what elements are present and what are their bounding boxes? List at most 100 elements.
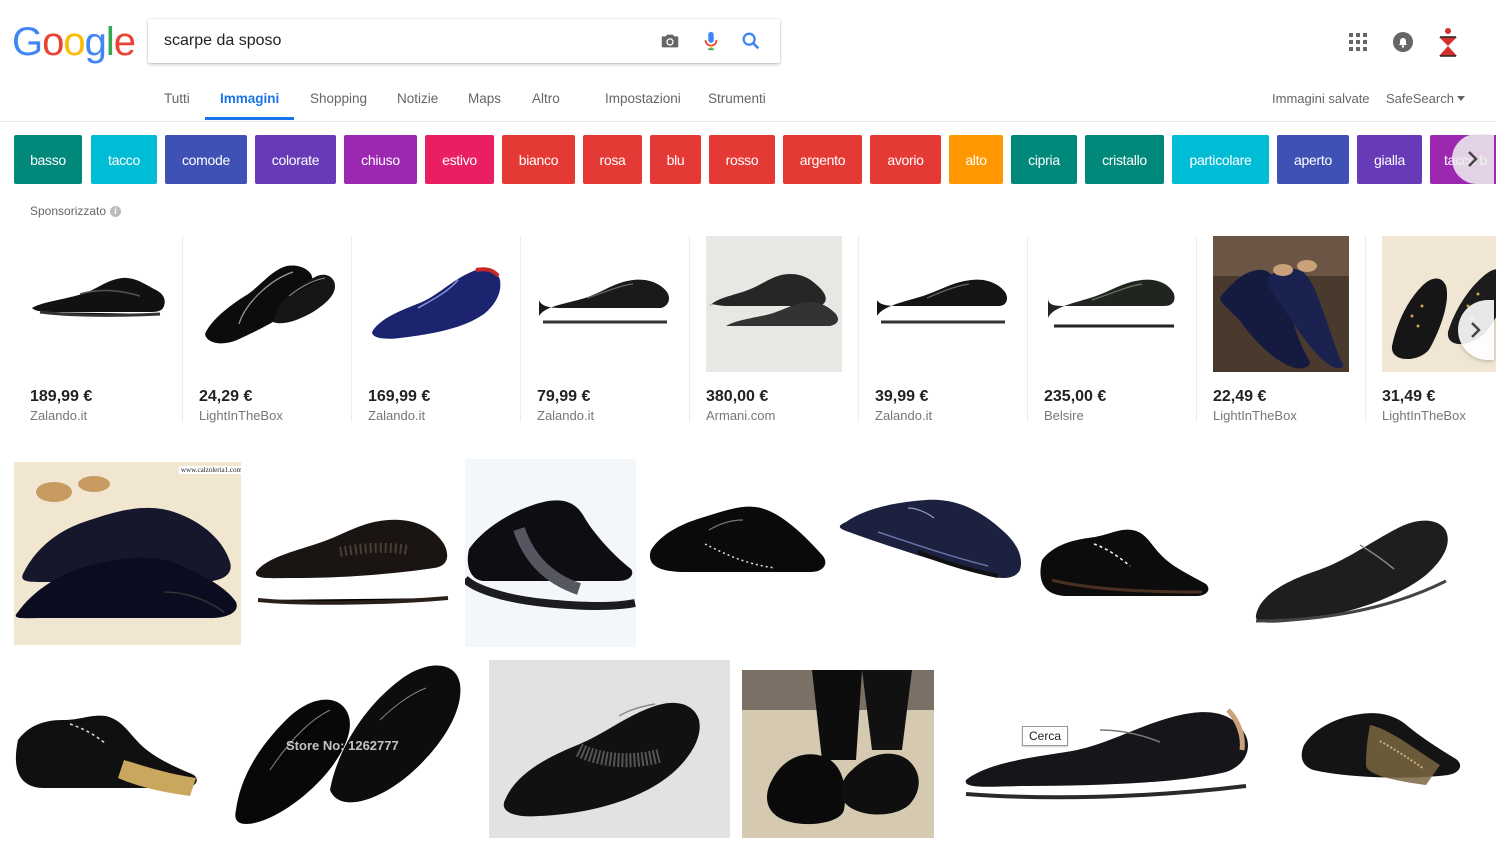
logo-letter: G [12, 20, 43, 64]
apps-grid-icon[interactable] [1348, 32, 1368, 52]
image-result[interactable] [14, 690, 214, 810]
chip[interactable]: tacco [91, 135, 157, 184]
product-price: 79,99 € [537, 388, 591, 405]
product-image[interactable] [875, 236, 1011, 372]
product-card[interactable]: 189,99 € Zalando.it [14, 236, 183, 426]
chip[interactable]: alto [949, 135, 1003, 184]
chip[interactable]: rosa [583, 135, 642, 184]
chip[interactable]: bianco [502, 135, 575, 184]
chip[interactable]: argento [783, 135, 862, 184]
sponsored-text: Sponsorizzato [30, 204, 107, 218]
shoe-image [14, 462, 241, 645]
info-icon[interactable]: i [110, 205, 122, 217]
product-card[interactable]: 79,99 € Zalando.it [521, 236, 690, 426]
tab-strumenti[interactable]: Strumenti [708, 91, 766, 106]
product-merchant[interactable]: LightInTheBox [199, 408, 283, 423]
product-price: 189,99 € [30, 388, 93, 405]
tab-impostazioni[interactable]: Impostazioni [605, 91, 681, 106]
tab-shopping[interactable]: Shopping [310, 91, 367, 106]
chip-label: argento [799, 151, 846, 168]
chip[interactable]: chiuso [344, 135, 417, 184]
chip[interactable]: comode [165, 135, 247, 184]
search-input[interactable] [164, 29, 634, 53]
product-image[interactable] [1044, 236, 1180, 372]
product-image[interactable] [537, 236, 673, 372]
account-avatar-icon[interactable] [1436, 27, 1460, 59]
product-card[interactable]: 24,29 € LightInTheBox [183, 236, 352, 426]
product-card[interactable]: 39,99 € Zalando.it [859, 236, 1028, 426]
shoe-image [205, 265, 335, 344]
image-result[interactable]: Store No: 1262777 [230, 660, 470, 830]
image-result[interactable] [838, 462, 1028, 632]
chip[interactable]: blu [650, 135, 701, 184]
image-result[interactable] [465, 459, 636, 647]
image-result[interactable] [1250, 505, 1460, 630]
product-price: 31,49 € [1382, 388, 1436, 405]
chip[interactable]: colorate [255, 135, 336, 184]
logo-letter: g [84, 20, 107, 64]
google-logo[interactable]: Google [12, 20, 136, 65]
product-price: 235,00 € [1044, 388, 1107, 405]
camera-icon[interactable] [659, 30, 681, 52]
product-image[interactable] [706, 236, 842, 372]
product-card[interactable]: 169,99 € Zalando.it [352, 236, 521, 426]
chip[interactable]: gialla [1357, 135, 1422, 184]
chip[interactable]: avorio [870, 135, 941, 184]
chip[interactable]: rosso [709, 135, 775, 184]
product-merchant[interactable]: Zalando.it [537, 408, 594, 423]
tab-tutti[interactable]: Tutti [164, 91, 190, 106]
image-result[interactable] [489, 660, 730, 838]
safesearch-menu[interactable]: SafeSearch [1386, 91, 1465, 106]
product-image[interactable] [30, 236, 166, 372]
chip-label: rosa [599, 151, 626, 168]
product-price: 24,29 € [199, 388, 253, 405]
image-result[interactable] [1038, 520, 1223, 620]
product-merchant[interactable]: Zalando.it [368, 408, 425, 423]
chip[interactable]: aperto [1277, 135, 1349, 184]
product-image[interactable] [368, 236, 504, 372]
shoe-image [32, 277, 165, 317]
chip-label: avorio [887, 151, 924, 168]
shoe-image [255, 519, 449, 605]
tab-notizie[interactable]: Notizie [397, 91, 438, 106]
microphone-icon[interactable] [700, 30, 722, 52]
shoe-image [839, 499, 1022, 578]
product-card[interactable]: 235,00 € Belsire [1028, 236, 1197, 426]
product-merchant[interactable]: LightInTheBox [1213, 408, 1297, 423]
product-merchant[interactable]: Zalando.it [875, 408, 932, 423]
chip[interactable]: cipria [1011, 135, 1077, 184]
image-result[interactable]: www.calzoleria1.com [14, 462, 241, 645]
image-result[interactable] [645, 480, 830, 610]
image-result[interactable] [1300, 705, 1465, 795]
product-card[interactable]: 380,00 € Armani.com [690, 236, 859, 426]
product-merchant[interactable]: Armani.com [706, 408, 775, 423]
image-result[interactable] [742, 670, 934, 838]
tab-altro[interactable]: Altro [532, 91, 560, 106]
chip-label: alto [965, 151, 987, 168]
product-merchant[interactable]: Belsire [1044, 408, 1084, 423]
google-images-page: Google scarpe da sposo Tutti Immagini Sh… [0, 0, 1496, 843]
product-image[interactable] [1213, 236, 1349, 372]
logo-letter: l [105, 20, 115, 64]
product-card[interactable]: 22,49 € LightInTheBox [1197, 236, 1366, 426]
notifications-bell-icon[interactable] [1392, 31, 1414, 53]
watermark-text: Store No: 1262777 [286, 738, 399, 753]
chip[interactable]: estivo [425, 135, 494, 184]
chip-label: chiuso [361, 151, 400, 168]
product-merchant[interactable]: Zalando.it [30, 408, 87, 423]
shoe-image [1213, 236, 1349, 372]
chips-next-button[interactable] [1452, 134, 1494, 184]
chip[interactable]: particolare [1172, 135, 1269, 184]
chip[interactable]: basso [14, 135, 82, 184]
shoe-image [15, 715, 197, 796]
tab-maps[interactable]: Maps [468, 91, 501, 106]
tab-immagini[interactable]: Immagini [220, 91, 279, 106]
product-merchant[interactable]: LightInTheBox [1382, 408, 1466, 423]
search-icon[interactable] [740, 30, 762, 52]
image-result[interactable] [250, 472, 455, 627]
image-result[interactable] [960, 690, 1255, 815]
saved-images-link[interactable]: Immagini salvate [1272, 91, 1370, 106]
chip[interactable]: cristallo [1085, 135, 1164, 184]
product-image[interactable] [199, 236, 335, 372]
chip-label: aperto [1294, 151, 1332, 168]
